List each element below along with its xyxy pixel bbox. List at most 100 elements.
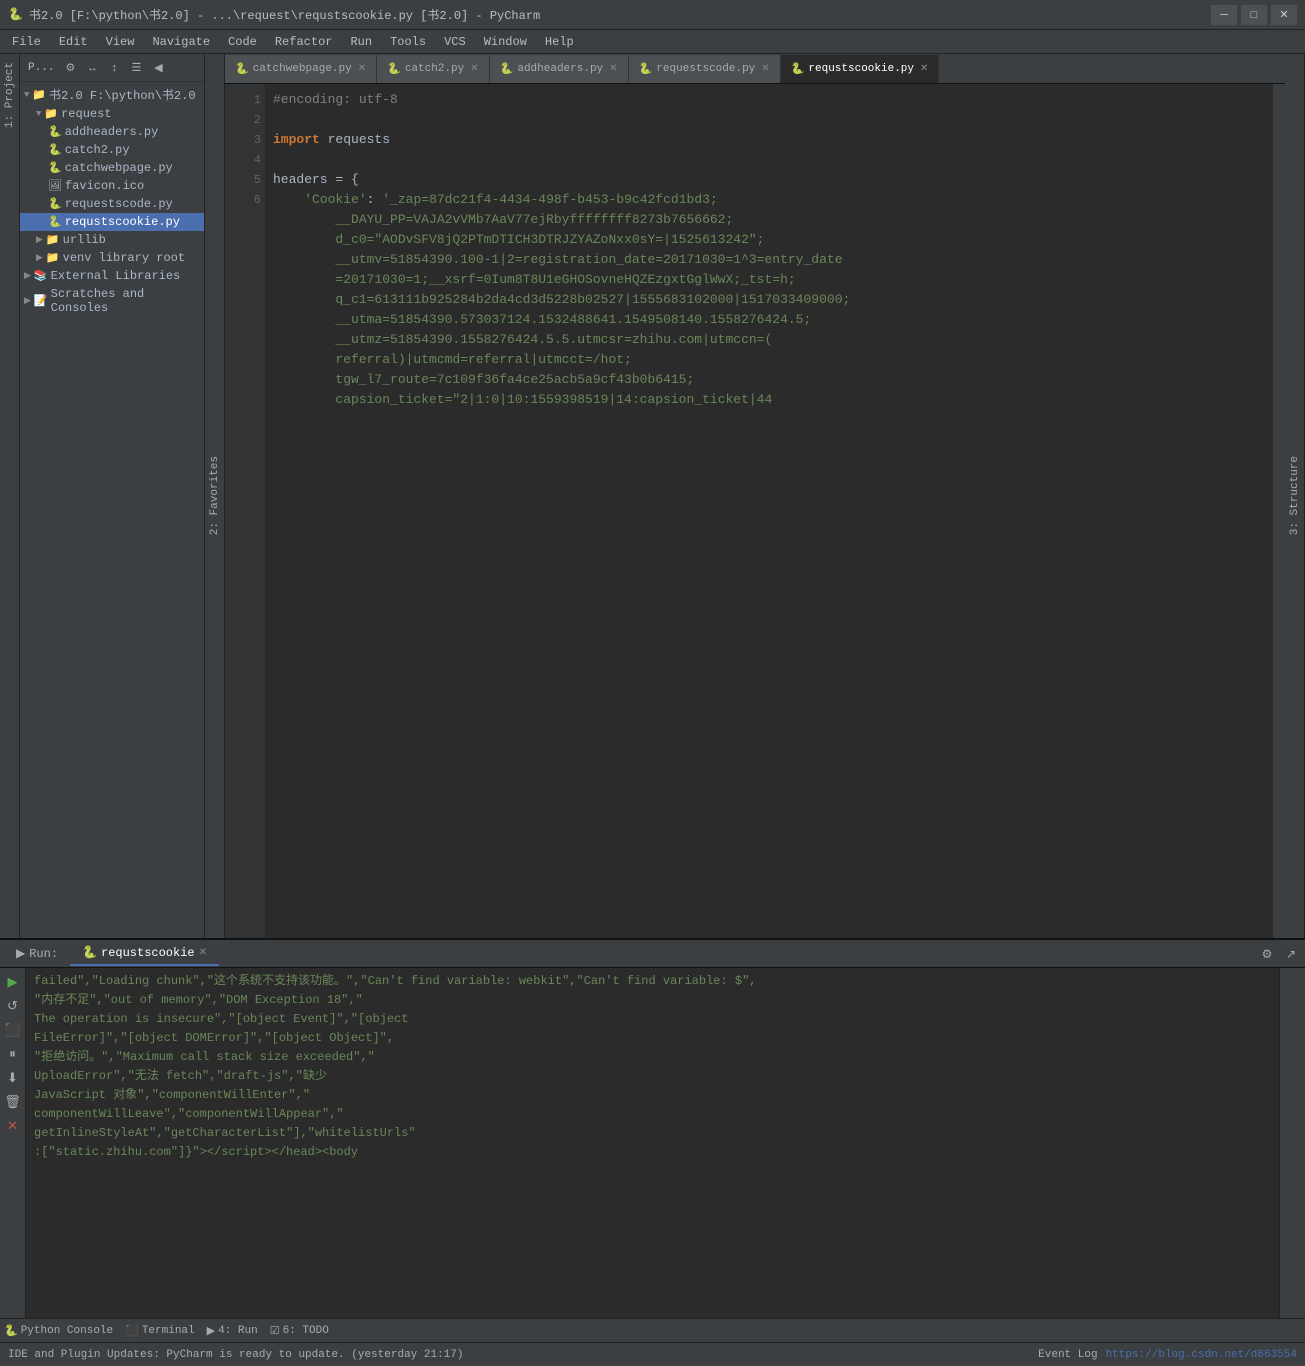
tree-catchwebpage[interactable]: 🐍 catchwebpage.py (20, 159, 204, 177)
pause-button[interactable]: ⏸ (3, 1044, 23, 1064)
step-button[interactable]: ⬇ (3, 1068, 23, 1088)
collapse-all-button[interactable]: ↔ (82, 58, 102, 78)
statusbar-message: IDE and Plugin Updates: PyCharm is ready… (8, 1349, 463, 1361)
menu-run[interactable]: Run (342, 33, 380, 51)
python-icon: 🐍 (387, 62, 401, 76)
tab-label: requstscookie.py (808, 63, 914, 75)
close-run-button[interactable]: ✕ (3, 1116, 23, 1136)
run-output[interactable]: failed","Loading chunk","这个系统不支持该功能。","C… (26, 968, 1279, 1318)
menu-vcs[interactable]: VCS (436, 33, 474, 51)
bottom-strip: 🐍 Python Console ⬛ Terminal ▶ 4: Run ☑ 6… (0, 1318, 1305, 1342)
structure-bar: 3: Structure (1285, 54, 1305, 938)
tree-arrow: ▼ (24, 90, 29, 100)
favorites-label[interactable]: 2: Favorites (209, 456, 221, 535)
tree-arrow: ▶ (24, 271, 31, 281)
tree-label: 书2.0 F:\python\书2.0 (49, 86, 195, 103)
tree-urllib[interactable]: ▶ 📁 urllib (20, 231, 204, 249)
main-layout: 1: Project P... ⚙ ↔ ↕ ☰ ◀ ▼ 📁 书2.0 F:\py… (0, 54, 1305, 938)
run-strip-label: 4: Run (218, 1325, 258, 1337)
tab-run-label[interactable]: ▶ Run: (4, 942, 70, 965)
sidebar-item-project[interactable]: 1: Project (2, 54, 18, 136)
statusbar-left: IDE and Plugin Updates: PyCharm is ready… (8, 1349, 463, 1361)
tab-run-close[interactable]: ✕ (199, 947, 207, 959)
maximize-button[interactable]: □ (1241, 5, 1267, 25)
python-icon: 🐍 (235, 62, 249, 76)
menu-tools[interactable]: Tools (382, 33, 434, 51)
event-log-label: Event Log (1038, 1349, 1097, 1361)
todo-icon: ☑ (270, 1324, 280, 1338)
tree-arrow: ▶ (36, 235, 43, 245)
titlebar-left: 🐍 书2.0 [F:\python\书2.0] - ...\request\re… (8, 6, 540, 23)
expand-all-button[interactable]: ↕ (104, 58, 124, 78)
editor-area: 🐍 catchwebpage.py ✕ 🐍 catch2.py ✕ 🐍 addh… (225, 54, 1285, 938)
editor-scrollbar[interactable] (1273, 84, 1285, 938)
clear-button[interactable]: 🗑 (3, 1092, 23, 1112)
tab-catchwebpage[interactable]: 🐍 catchwebpage.py ✕ (225, 55, 377, 83)
tree-requestscode[interactable]: 🐍 requestscode.py (20, 195, 204, 213)
menu-navigate[interactable]: Navigate (144, 33, 218, 51)
tab-addheaders[interactable]: 🐍 addheaders.py ✕ (490, 55, 629, 83)
tree-catch2[interactable]: 🐍 catch2.py (20, 141, 204, 159)
close-button[interactable]: ✕ (1271, 5, 1297, 25)
tab-close-icon[interactable]: ✕ (609, 63, 617, 75)
tree-venv[interactable]: ▶ 📁 venv library root (20, 249, 204, 267)
menubar: File Edit View Navigate Code Refactor Ru… (0, 30, 1305, 54)
tree-addheaders[interactable]: 🐍 addheaders.py (20, 123, 204, 141)
menu-view[interactable]: View (98, 33, 143, 51)
menu-code[interactable]: Code (220, 33, 265, 51)
titlebar-title: 书2.0 [F:\python\书2.0] - ...\request\requ… (29, 6, 540, 23)
run-tab-strip[interactable]: ▶ 4: Run (207, 1324, 258, 1338)
tab-close-icon[interactable]: ✕ (761, 63, 769, 75)
structure-label[interactable]: 3: Structure (1289, 456, 1301, 535)
tab-label: addheaders.py (517, 63, 603, 75)
python-console-label: Python Console (21, 1325, 113, 1337)
tree-label: favicon.ico (65, 179, 144, 193)
python-console-tab[interactable]: 🐍 Python Console (4, 1324, 113, 1338)
code-editor[interactable]: #encoding: utf-8 import requests headers… (265, 84, 1273, 938)
todo-label: 6: TODO (283, 1325, 329, 1337)
settings-button[interactable]: ☰ (126, 58, 146, 78)
minimize-button[interactable]: ─ (1211, 5, 1237, 25)
python-icon: 🐍 (639, 62, 653, 76)
menu-file[interactable]: File (4, 33, 49, 51)
tree-label: urllib (63, 233, 106, 247)
tab-close-icon[interactable]: ✕ (470, 63, 478, 75)
terminal-tab[interactable]: ⬛ Terminal (125, 1324, 195, 1338)
tree-arrow: ▶ (24, 296, 31, 306)
tab-close-icon[interactable]: ✕ (920, 63, 928, 75)
settings-run-button[interactable]: ⚙ (1257, 944, 1277, 964)
sidebar-toolbar: P... ⚙ ↔ ↕ ☰ ◀ (20, 54, 204, 82)
tree-label: addheaders.py (65, 125, 159, 139)
tree-root[interactable]: ▼ 📁 书2.0 F:\python\书2.0 (20, 84, 204, 105)
tab-requstscookie[interactable]: 🐍 requstscookie.py ✕ (781, 55, 940, 83)
tree-requstscookie[interactable]: 🐍 requstscookie.py (20, 213, 204, 231)
tree-external-libs[interactable]: ▶ 📚 External Libraries (20, 267, 204, 285)
menu-help[interactable]: Help (537, 33, 582, 51)
menu-refactor[interactable]: Refactor (267, 33, 341, 51)
hide-button[interactable]: ◀ (148, 58, 168, 78)
tab-catch2[interactable]: 🐍 catch2.py ✕ (377, 55, 490, 83)
tree-scratches[interactable]: ▶ 📝 Scratches and Consoles (20, 285, 204, 317)
tab-close-icon[interactable]: ✕ (358, 63, 366, 75)
run-output-text: failed","Loading chunk","这个系统不支持该功能。","C… (34, 972, 1271, 1162)
folder-icon: 📁 (46, 233, 60, 247)
tree-request-folder[interactable]: ▼ 📁 request (20, 105, 204, 123)
rerun-button[interactable]: ↺ (3, 996, 23, 1016)
todo-tab[interactable]: ☑ 6: TODO (270, 1324, 329, 1338)
tab-requstscookie-run[interactable]: 🐍 requstscookie ✕ (70, 941, 219, 966)
external-link-button[interactable]: ↗ (1281, 944, 1301, 964)
tab-label: catch2.py (405, 63, 464, 75)
tab-requestscode[interactable]: 🐍 requestscode.py ✕ (629, 55, 781, 83)
statusbar: IDE and Plugin Updates: PyCharm is ready… (0, 1342, 1305, 1366)
sync-button[interactable]: ⚙ (60, 58, 80, 78)
tree-favicon[interactable]: 🖼 favicon.ico (20, 177, 204, 195)
run-button[interactable]: ▶ (3, 972, 23, 992)
stop-button[interactable]: ⬛ (3, 1020, 23, 1040)
terminal-icon: ⬛ (125, 1324, 139, 1338)
menu-window[interactable]: Window (476, 33, 535, 51)
tree-label: requstscookie.py (65, 215, 180, 229)
tree-label: request (61, 107, 111, 121)
python-file-icon: 🐍 (48, 125, 62, 139)
menu-edit[interactable]: Edit (51, 33, 96, 51)
folder-icon: 📁 (46, 251, 60, 265)
